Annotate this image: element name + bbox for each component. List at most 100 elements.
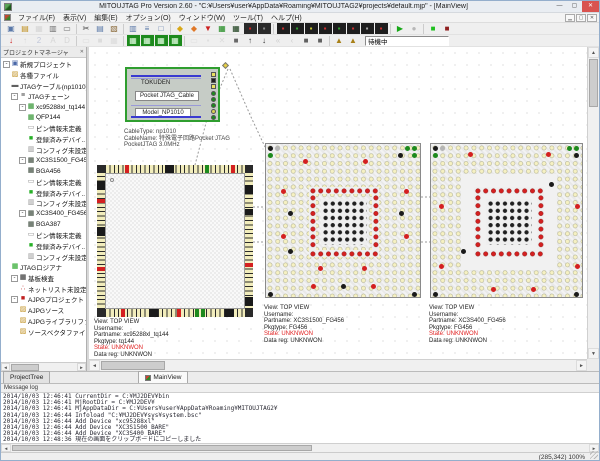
scroll-left-icon[interactable]: ◄ — [1, 363, 10, 371]
message-log[interactable]: 2014/10/03 12:46:41 CurrentDir = C:¥MJ2D… — [1, 393, 599, 443]
pin-read-button[interactable]: ↑ — [19, 35, 32, 46]
pin-a-button[interactable]: A — [47, 35, 60, 46]
tree-expander-icon[interactable]: - — [11, 275, 18, 282]
tree-item[interactable]: -▦xc95288xl_tq144 — [1, 102, 86, 113]
menu-item[interactable]: ファイル(F) — [14, 13, 59, 23]
power-on-button[interactable]: ■ — [427, 23, 440, 34]
screen-1-button[interactable]: ▪ — [277, 23, 290, 34]
tree-item[interactable]: -▦XC3S400_FG456 — [1, 209, 86, 220]
maximize-button[interactable]: ▢ — [567, 1, 582, 12]
chip-xc95288xl-tq144[interactable] — [97, 165, 253, 317]
scroll-thumb[interactable] — [101, 361, 165, 370]
tree-expander-icon[interactable]: - — [19, 157, 26, 164]
sidebar-horizontal-scrollbar[interactable]: ◄ ► — [1, 362, 86, 371]
tree-item[interactable]: -▣新規プロジェクト — [1, 59, 86, 70]
jtag-reset-button[interactable]: ▼ — [202, 23, 215, 34]
tree-item[interactable]: -▦基板検査 — [1, 273, 86, 284]
main-view-canvas[interactable]: TOKUDEN Pocket JTAG_Cable Model_NP1010 C… — [89, 47, 587, 359]
pin-2-button[interactable]: 2 — [33, 35, 46, 46]
tree-item[interactable]: ▥コンフィグ未設定 — [1, 198, 86, 209]
clone-view-button[interactable]: ▥ — [127, 23, 140, 34]
tree-item[interactable]: ▨AJPGライブラリファイ — [1, 316, 86, 327]
panel-close-icon[interactable]: ✕ — [80, 49, 84, 55]
tree-item[interactable]: ▬JTAGケーブル(np1010) — [1, 80, 86, 91]
tree-item[interactable]: ▦BGA456 — [1, 166, 86, 177]
resize-grip[interactable] — [590, 451, 598, 459]
tree-item[interactable]: ▦BGA387 — [1, 219, 86, 230]
scroll-thumb[interactable] — [12, 445, 312, 451]
doc-new-button[interactable]: ▭ — [188, 35, 201, 46]
tab-project-tree[interactable]: ProjectTree — [3, 371, 50, 383]
chip-view-3-button[interactable]: ▦ — [155, 35, 168, 46]
main-horizontal-scrollbar[interactable]: ◄ ► — [89, 359, 587, 371]
pin-write-button[interactable]: ↓ — [5, 35, 18, 46]
tree-item[interactable]: ∴ネットリスト未設定 — [1, 283, 86, 294]
copy-button[interactable]: ▤ — [94, 23, 107, 34]
bsdl-manager-button[interactable]: ▦ — [216, 23, 229, 34]
close-button[interactable]: ✕ — [582, 1, 599, 12]
toolbar-status-field[interactable] — [365, 36, 449, 46]
chip-xc3s400-fg456[interactable] — [430, 143, 583, 298]
menu-item[interactable]: ツール(T) — [229, 13, 267, 23]
board-doc-button[interactable]: ▭ — [80, 35, 93, 46]
doc-small-button[interactable]: ▪ — [202, 35, 215, 46]
tree-item[interactable]: ▨各種ファイル — [1, 70, 86, 81]
stop-a-button[interactable]: ■ — [300, 35, 313, 46]
list-view-button[interactable]: ≡ — [141, 23, 154, 34]
device-add-dark-button[interactable]: ▪ — [258, 23, 271, 34]
tab-main-view[interactable]: MainView — [138, 371, 188, 383]
cut-button[interactable]: ✂ — [80, 23, 93, 34]
tree-item[interactable]: ■登録済みデバイ.. — [1, 241, 86, 252]
main-vertical-scrollbar[interactable]: ▲ ▼ — [587, 47, 599, 359]
rewind-button[interactable]: « — [272, 35, 285, 46]
menu-item[interactable]: ウィンドウ(W) — [175, 13, 229, 23]
mdi-restore-button[interactable]: ▢ — [576, 14, 586, 22]
tree-expander-icon[interactable]: - — [11, 93, 18, 100]
scroll-up-icon[interactable]: ▲ — [588, 47, 599, 58]
block-dark-button[interactable]: ■ — [230, 35, 243, 46]
power-off-button[interactable]: ■ — [441, 23, 454, 34]
tree-item[interactable]: ▦JTAGロジアナ — [1, 262, 86, 273]
move-down-button[interactable]: ↓ — [258, 35, 271, 46]
screen-7-button[interactable]: ▪ — [361, 23, 374, 34]
chip-view-1-button[interactable]: ▦ — [127, 35, 140, 46]
chip-view-4-button[interactable]: ▦ — [169, 35, 182, 46]
save-all-button[interactable]: ▥ — [47, 23, 60, 34]
move-up-button[interactable]: ↑ — [244, 35, 257, 46]
log-horizontal-scrollbar[interactable]: ◄ ► — [1, 443, 599, 452]
probe-gold-2-button[interactable]: ▲ — [347, 35, 360, 46]
tree-expander-icon[interactable]: - — [19, 210, 26, 217]
screen-4-button[interactable]: ▪ — [319, 23, 332, 34]
screen-8-button[interactable]: ▪ — [375, 23, 388, 34]
step-back-button[interactable]: ‹ — [286, 35, 299, 46]
scroll-thumb[interactable] — [589, 59, 598, 107]
screen-6-button[interactable]: ▪ — [347, 23, 360, 34]
tree-item[interactable]: ▭ピン情報未定義 — [1, 177, 86, 188]
screen-5-button[interactable]: ▪ — [333, 23, 346, 34]
probe-gold-1-button[interactable]: ▲ — [333, 35, 346, 46]
run-button[interactable]: ▶ — [394, 23, 407, 34]
menu-item[interactable]: オプション(O) — [122, 13, 175, 23]
scroll-thumb[interactable] — [11, 364, 39, 371]
mdi-minimize-button[interactable]: ▁ — [565, 14, 575, 22]
tree-item[interactable]: ▨AJPGソース — [1, 305, 86, 316]
tree-item[interactable]: -▦XC3S1500_FG456 — [1, 155, 86, 166]
menu-item[interactable]: 表示(V) — [59, 13, 90, 23]
tree-item[interactable]: ▥コンフィグ未設定 — [1, 145, 86, 156]
tree-expander-icon[interactable]: - — [19, 104, 26, 111]
tree-item[interactable]: ■登録済みデバイ.. — [1, 187, 86, 198]
chip-xc3s1500-fg456[interactable] — [265, 143, 421, 298]
new-project-button[interactable]: ▣ — [5, 23, 18, 34]
tree-item[interactable]: ▥コンフィグ未設定 — [1, 251, 86, 262]
board-grid-button[interactable]: ▦ — [108, 35, 121, 46]
chip-view-2-button[interactable]: ▦ — [141, 35, 154, 46]
mdi-close-button[interactable]: ✕ — [587, 14, 597, 22]
jtag-detect-button[interactable]: ◆ — [188, 23, 201, 34]
clear-button[interactable]: ✕ — [216, 35, 229, 46]
scroll-right-icon[interactable]: ► — [77, 363, 86, 371]
paste-button[interactable]: ▧ — [108, 23, 121, 34]
minimize-button[interactable]: — — [552, 1, 567, 12]
stop-b-button[interactable]: ■ — [314, 35, 327, 46]
save-project-button[interactable]: ▦ — [33, 23, 46, 34]
tree-expander-icon[interactable]: - — [3, 61, 10, 68]
